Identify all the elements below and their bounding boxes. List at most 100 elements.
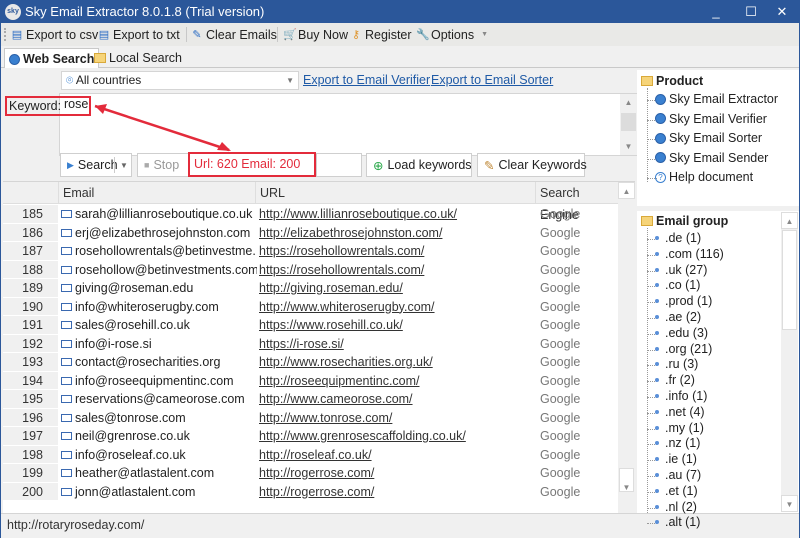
email-group-item[interactable]: .de (1) [655, 231, 701, 245]
toolbar-grip[interactable] [4, 28, 6, 41]
clear-emails-button[interactable]: ✎ Clear Emails [191, 26, 276, 43]
url-link[interactable]: http://rogerrose.com/ [259, 464, 374, 482]
table-row[interactable]: 186 erj@elizabethrosejohnston.com http://e… [3, 223, 618, 243]
register-button[interactable]: ⚷ Register [350, 26, 412, 43]
email-cell[interactable]: jonn@atlastalent.com [61, 483, 257, 502]
email-group-item[interactable]: .co (1) [655, 278, 700, 292]
email-group-scrollbar[interactable]: ▲ ▼ [781, 212, 798, 512]
product-item[interactable]: ? Help document [655, 170, 753, 184]
grid-scrollbar[interactable]: ▲ ▼ [618, 182, 635, 514]
email-cell[interactable]: reservations@cameorose.com [61, 390, 257, 409]
url-link[interactable]: http://www.cameorose.com/ [259, 390, 413, 408]
email-group-item[interactable]: .edu (3) [655, 326, 708, 340]
table-row[interactable]: 194 info@roseequipmentinc.com http://rosee… [3, 371, 618, 391]
keyword-scrollbar[interactable]: ▲ ▼ [620, 94, 637, 155]
stop-button[interactable]: ■ Stop [137, 153, 189, 177]
country-select[interactable]: ⌾ All countries ▼ [61, 71, 299, 90]
email-group-item[interactable]: .et (1) [655, 484, 698, 498]
email-group-item[interactable]: .ru (3) [655, 357, 698, 371]
search-button[interactable]: ▶ Search ▼ [60, 153, 132, 177]
row-header-corner[interactable] [3, 182, 59, 204]
scroll-up-icon[interactable]: ▲ [620, 94, 637, 111]
email-cell[interactable]: rosehollow@betinvestments.com [61, 261, 257, 280]
table-row[interactable]: 198 info@roseleaf.co.uk http://roseleaf.co… [3, 445, 618, 465]
url-link[interactable]: https://www.rosehill.co.uk/ [259, 316, 403, 334]
email-cell[interactable]: neil@grenrose.co.uk [61, 427, 257, 446]
table-row[interactable]: 185 sarah@lillianroseboutique.co.uk http:/… [3, 205, 618, 224]
email-group-item[interactable]: .org (21) [655, 342, 712, 356]
email-group-item[interactable]: .prod (1) [655, 294, 712, 308]
email-group-item[interactable]: .fr (2) [655, 373, 695, 387]
table-row[interactable]: 193 contact@rosecharities.org http://www.r… [3, 353, 618, 372]
url-link[interactable]: https://i-rose.si/ [259, 335, 344, 353]
email-cell[interactable]: info@whiteroserugby.com [61, 298, 257, 317]
email-cell[interactable]: info@roseleaf.co.uk [61, 446, 257, 465]
email-group-item[interactable]: .info (1) [655, 389, 707, 403]
url-link[interactable]: http://roseequipmentinc.com/ [259, 372, 420, 390]
url-link[interactable]: https://rosehollowrentals.com/ [259, 242, 424, 260]
export-csv-button[interactable]: ▤ Export to csv [11, 26, 98, 43]
product-item[interactable]: Sky Email Verifier [655, 112, 767, 126]
keyword-input[interactable]: rose ▲ ▼ [59, 93, 638, 156]
url-link[interactable]: http://www.grenrosescaffolding.co.uk/ [259, 427, 466, 445]
email-group-item[interactable]: .uk (27) [655, 263, 707, 277]
table-row[interactable]: 187 rosehollowrentals@betinvestme... https… [3, 242, 618, 261]
scroll-thumb[interactable] [782, 230, 797, 330]
table-row[interactable]: 188 rosehollow@betinvestments.com https://… [3, 260, 618, 280]
email-cell[interactable]: erj@elizabethrosejohnston.com [61, 224, 257, 243]
email-group-item[interactable]: .com (116) [655, 247, 724, 261]
email-group-header[interactable]: Email group [641, 214, 728, 228]
email-group-item[interactable]: .ie (1) [655, 452, 697, 466]
url-link[interactable]: http://www.tonrose.com/ [259, 409, 392, 427]
table-row[interactable]: 192 info@i-rose.si https://i-rose.si/Googl… [3, 334, 618, 354]
column-header-email[interactable]: Email [59, 182, 256, 204]
table-row[interactable]: 195 reservations@cameorose.com http://www.… [3, 390, 618, 409]
scroll-thumb[interactable] [621, 113, 636, 131]
export-email-sorter-link[interactable]: Export to Email Sorter [431, 73, 553, 87]
clear-keywords-button[interactable]: ✎ Clear Keywords [477, 153, 587, 177]
email-group-item[interactable]: .nl (2) [655, 500, 697, 514]
email-group-item[interactable]: .net (4) [655, 405, 705, 419]
options-button[interactable]: 🔧 Options ▼ [416, 26, 488, 43]
minimize-button[interactable]: _ [701, 1, 731, 23]
email-cell[interactable]: sales@rosehill.co.uk [61, 316, 257, 335]
scroll-down-icon[interactable]: ▼ [618, 479, 635, 496]
url-link[interactable]: http://www.rosecharities.org.uk/ [259, 353, 433, 371]
url-link[interactable]: http://giving.roseman.edu/ [259, 279, 403, 297]
url-link[interactable]: http://www.lillianroseboutique.co.uk/ [259, 205, 457, 223]
product-item[interactable]: Sky Email Extractor [655, 92, 778, 106]
product-item[interactable]: Sky Email Sorter [655, 131, 762, 145]
url-link[interactable]: https://rosehollowrentals.com/ [259, 261, 424, 279]
email-cell[interactable]: contact@rosecharities.org [61, 353, 257, 372]
product-item[interactable]: Sky Email Sender [655, 151, 768, 165]
maximize-button[interactable]: ☐ [736, 1, 766, 23]
column-header-url[interactable]: URL [256, 182, 536, 204]
table-row[interactable]: 189 giving@roseman.edu http://giving.rosem… [3, 279, 618, 298]
url-link[interactable]: http://rogerrose.com/ [259, 483, 374, 501]
table-row[interactable]: 190 info@whiteroserugby.com http://www.whi… [3, 297, 618, 317]
tab-local-search[interactable]: Local Search [90, 48, 186, 68]
scroll-down-icon[interactable]: ▼ [781, 495, 798, 512]
email-group-item[interactable]: .ae (2) [655, 310, 701, 324]
email-group-item[interactable]: .my (1) [655, 421, 704, 435]
email-group-item[interactable]: .au (7) [655, 468, 701, 482]
email-cell[interactable]: giving@roseman.edu [61, 279, 257, 298]
email-group-item[interactable]: .alt (1) [655, 515, 700, 529]
product-tree-header[interactable]: Product [641, 74, 703, 88]
chevron-down-icon[interactable]: ▼ [120, 161, 128, 170]
scroll-down-icon[interactable]: ▼ [620, 138, 637, 155]
url-link[interactable]: http://elizabethrosejohnston.com/ [259, 224, 442, 242]
scroll-up-icon[interactable]: ▲ [781, 212, 798, 229]
url-link[interactable]: http://roseleaf.co.uk/ [259, 446, 372, 464]
email-cell[interactable]: sarah@lillianroseboutique.co.uk [61, 205, 257, 224]
export-txt-button[interactable]: ▤ Export to txt [98, 26, 180, 43]
table-row[interactable]: 199 heather@atlastalent.com http://rogerro… [3, 464, 618, 483]
scroll-up-icon[interactable]: ▲ [618, 182, 635, 199]
email-cell[interactable]: info@i-rose.si [61, 335, 257, 354]
close-button[interactable]: ✕ [767, 1, 797, 23]
email-cell[interactable]: heather@atlastalent.com [61, 464, 257, 483]
email-cell[interactable]: info@roseequipmentinc.com [61, 372, 257, 391]
url-link[interactable]: http://www.whiteroserugby.com/ [259, 298, 435, 316]
export-email-verifier-link[interactable]: Export to Email Verifier [303, 73, 430, 87]
buy-now-button[interactable]: 🛒 Buy Now [283, 26, 348, 43]
